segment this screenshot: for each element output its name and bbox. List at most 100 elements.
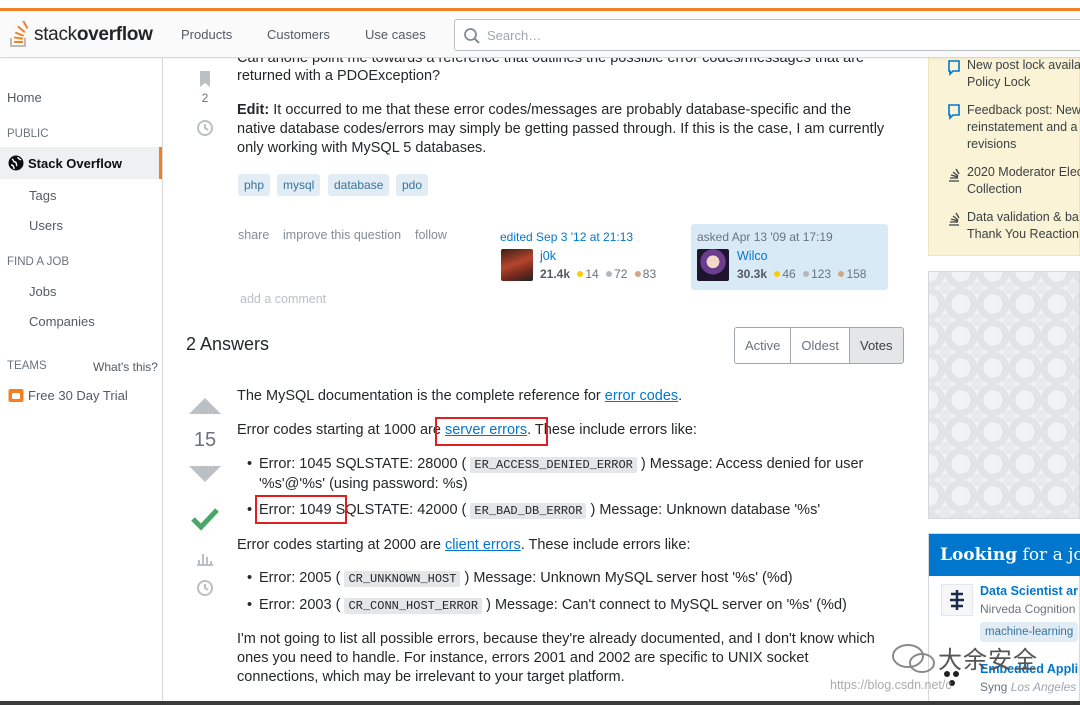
edited-time[interactable]: edited Sep 3 '12 at 21:13 [500, 230, 633, 244]
activity-icon[interactable] [193, 548, 217, 568]
left-sidebar: Home PUBLIC Stack Overflow Tags Users FI… [0, 58, 163, 705]
p3-text: Error codes starting at 2000 are [237, 537, 445, 553]
jobs-heading-bold: Looking [940, 545, 1018, 565]
tag-php[interactable]: php [238, 174, 271, 196]
edit-text: It occurred to me that these error codes… [237, 102, 885, 156]
tag-pdo[interactable]: pdo [396, 174, 429, 196]
answer-history-icon[interactable] [193, 578, 217, 598]
history-icon[interactable] [193, 118, 217, 138]
advertisement-banner[interactable] [928, 271, 1080, 519]
silver-badge-icon [803, 271, 810, 278]
blog-item-3b[interactable]: Collection [967, 181, 1080, 198]
editor-silver: 72 [614, 267, 628, 281]
blog-item-3[interactable]: 2020 Moderator Elec [967, 164, 1080, 181]
bookmark-icon[interactable] [193, 69, 217, 89]
nav-use-cases[interactable]: Use cases [365, 27, 426, 42]
job1-company: Nirveda Cognition [980, 602, 1076, 616]
job1-title[interactable]: Data Scientist ar [980, 584, 1078, 598]
jobs-heading-rest: for a job [1022, 545, 1080, 565]
add-comment-link[interactable]: add a comment [240, 292, 326, 306]
list-item: Error: 2005 ( CR_UNKNOWN_HOST ) Message:… [247, 569, 889, 589]
answer-score: 15 [193, 429, 217, 451]
nav-companies[interactable]: Companies [29, 314, 95, 329]
editor-gold: 14 [585, 267, 599, 281]
sort-active[interactable]: Active [735, 328, 792, 363]
b3-message: ) Message: Unknown MySQL server host '%s… [464, 570, 793, 586]
list-item: Error: 1049 SQLSTATE: 42000 ( ER_BAD_DB_… [247, 501, 889, 521]
bottom-border [0, 701, 1080, 705]
nav-stack-overflow[interactable]: Stack Overflow [8, 155, 122, 171]
ad-pattern-graphic [929, 272, 1079, 518]
improve-question-link[interactable]: improve this question [283, 228, 401, 242]
silver-badge-icon [606, 271, 613, 278]
downvote-arrow-icon[interactable] [187, 464, 223, 484]
asker-rep-value: 30.3k [737, 267, 768, 281]
blog-item-2[interactable]: Feedback post: New [967, 102, 1080, 119]
stack-mini-icon [949, 212, 960, 226]
speech-bubble-icon [948, 60, 960, 76]
job1-tag[interactable]: machine-learning [980, 622, 1079, 642]
answer-sort-tabs: Active Oldest Votes [734, 327, 904, 364]
blog-item-4b[interactable]: Thank You Reaction [967, 226, 1080, 243]
editor-avatar[interactable] [501, 249, 533, 281]
share-link[interactable]: share [238, 228, 269, 242]
public-heading: PUBLIC [7, 128, 49, 140]
asker-silver: 123 [811, 267, 832, 281]
globe-icon [8, 155, 24, 171]
error-codes-link[interactable]: error codes [605, 388, 678, 404]
sort-votes[interactable]: Votes [849, 328, 903, 363]
answers-count-title: 2 Answers [186, 334, 270, 354]
nav-users[interactable]: Users [29, 218, 63, 233]
highlight-box-error-1049 [255, 495, 347, 524]
b1-text: Error: 1045 SQLSTATE: 28000 ( [259, 456, 467, 472]
nav-customers[interactable]: Customers [267, 27, 330, 42]
nav-tags[interactable]: Tags [29, 188, 56, 203]
top-bar: stackoverflow Products Customers Use cas… [0, 11, 1080, 58]
nav-products[interactable]: Products [181, 27, 232, 42]
client-errors-link[interactable]: client errors [445, 537, 521, 553]
blog-item-2b[interactable]: reinstatement and a [967, 119, 1080, 136]
asker-name[interactable]: Wilco [737, 249, 768, 263]
asker-reputation: 30.3k 46 123 158 [737, 267, 866, 281]
free-trial-link[interactable]: Free 30 Day Trial [8, 387, 128, 403]
nav-jobs[interactable]: Jobs [29, 284, 56, 299]
blog-item-4[interactable]: Data validation & ba [967, 209, 1080, 226]
upvote-arrow-icon[interactable] [187, 396, 223, 416]
nav-stack-overflow-label: Stack Overflow [28, 156, 122, 171]
watermark-url: https://blog.csdn.net/c [830, 678, 952, 692]
p1-text: The MySQL documentation is the complete … [237, 388, 605, 404]
editor-name[interactable]: j0k [540, 249, 556, 263]
stack-mini-icon [949, 168, 960, 182]
speech-bubble-icon [948, 104, 960, 120]
edit-label: Edit: [237, 102, 270, 118]
blog-item-1[interactable]: New post lock availa [967, 58, 1080, 74]
p2-text: Error codes starting at 1000 are [237, 422, 445, 438]
tag-mysql[interactable]: mysql [277, 174, 321, 196]
b3-text: Error: 2005 ( [259, 570, 341, 586]
search-placeholder: Search… [487, 28, 542, 43]
nav-home[interactable]: Home [7, 90, 42, 105]
asker-avatar[interactable] [697, 249, 729, 281]
jobs-heading[interactable]: Looking for a job [929, 534, 1080, 576]
company-logo-icon [950, 590, 964, 610]
watermark-overlay: 大余安全 https://blog.csdn.net/c [830, 640, 1080, 702]
follow-link[interactable]: follow [415, 228, 447, 242]
gold-badge-icon [774, 271, 781, 278]
whats-this-link[interactable]: What's this? [93, 360, 158, 374]
tag-database[interactable]: database [328, 174, 390, 196]
wechat-icon [892, 644, 935, 673]
search-input[interactable]: Search… [454, 19, 1080, 51]
bookmark-count: 2 [201, 91, 209, 105]
b4-text: Error: 2003 ( [259, 597, 341, 613]
question-line: returned with a PDOException? [237, 68, 441, 84]
free-trial-label: Free 30 Day Trial [28, 388, 128, 403]
asked-time[interactable]: asked Apr 13 '09 at 17:19 [697, 230, 833, 244]
editor-rep-value: 21.4k [540, 267, 571, 281]
blog-item-2c[interactable]: revisions [967, 136, 1080, 153]
asker-gold: 46 [782, 267, 796, 281]
list-item: Error: 2003 ( CR_CONN_HOST_ERROR ) Messa… [247, 596, 889, 616]
stackoverflow-logo[interactable]: stackoverflow [8, 19, 153, 51]
blog-item-1b[interactable]: Policy Lock [967, 74, 1080, 91]
sort-oldest[interactable]: Oldest [791, 328, 850, 363]
asker-bronze: 158 [846, 267, 867, 281]
